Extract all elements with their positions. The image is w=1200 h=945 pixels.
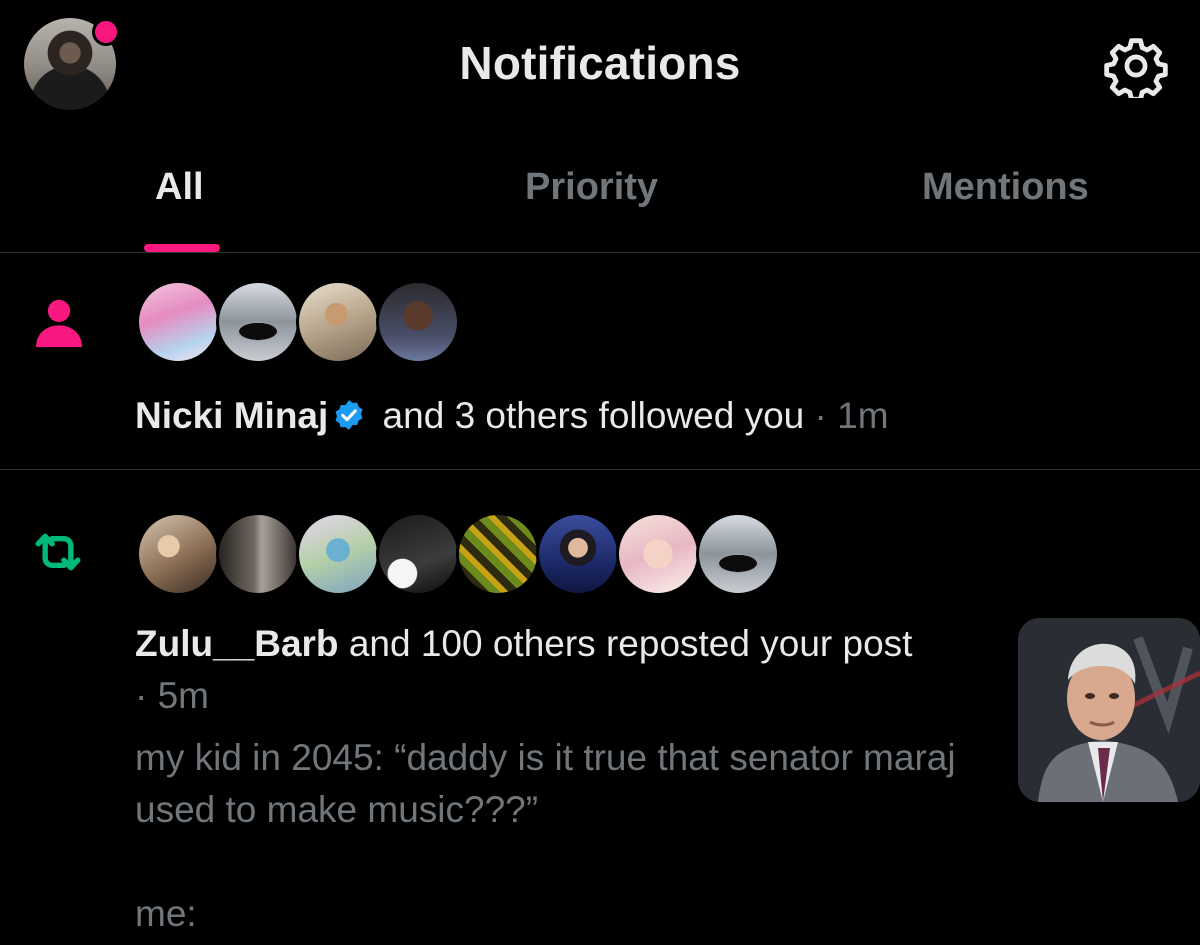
avatar[interactable]: [136, 280, 220, 364]
timestamp: 1m: [837, 395, 889, 436]
repost-action: and 100 others reposted your post: [338, 623, 913, 664]
verified-badge-icon: [335, 400, 363, 430]
separator: ·: [804, 395, 838, 436]
follow-notification[interactable]: Nicki Minaj and 3 others followed you · …: [0, 253, 1200, 470]
avatar[interactable]: [616, 512, 700, 596]
avatar[interactable]: [696, 512, 780, 596]
active-tab-indicator: [144, 244, 220, 252]
avatar[interactable]: [296, 512, 380, 596]
tab-all[interactable]: All: [155, 166, 204, 209]
avatar[interactable]: [216, 280, 300, 364]
post-preview-text[interactable]: my kid in 2045: “daddy is it true that s…: [135, 732, 975, 940]
tab-mentions[interactable]: Mentions: [922, 166, 1089, 209]
post-media-thumbnail[interactable]: [1018, 618, 1200, 802]
timestamp: 5m: [157, 675, 210, 716]
avatar[interactable]: [216, 512, 300, 596]
gear-icon[interactable]: [1104, 34, 1168, 98]
person-icon: [36, 299, 82, 348]
avatar[interactable]: [536, 512, 620, 596]
separator: ·: [135, 675, 158, 716]
page-title: Notifications: [459, 37, 741, 89]
follow-action: and 3 others followed you: [372, 395, 805, 436]
repost-text: Zulu__Barb and 100 others reposted your …: [135, 618, 935, 722]
avatar[interactable]: [136, 512, 220, 596]
repost-icon: [35, 533, 81, 571]
avatar[interactable]: [456, 512, 540, 596]
tab-priority[interactable]: Priority: [525, 166, 658, 209]
top-bar: Notifications: [0, 0, 1200, 130]
user-name[interactable]: Nicki Minaj: [135, 395, 328, 436]
user-name[interactable]: Zulu__Barb: [135, 623, 339, 664]
follow-text: Nicki Minaj and 3 others followed you · …: [135, 390, 889, 442]
avatar[interactable]: [296, 280, 380, 364]
avatar[interactable]: [376, 280, 460, 364]
avatar[interactable]: [376, 512, 460, 596]
thumbnail-image: [1018, 618, 1200, 802]
notifications-screen: Notifications All Priority Mentions Nick…: [0, 0, 1200, 945]
repost-notification[interactable]: Zulu__Barb and 100 others reposted your …: [0, 470, 1200, 945]
tab-bar: All Priority Mentions: [0, 130, 1200, 253]
